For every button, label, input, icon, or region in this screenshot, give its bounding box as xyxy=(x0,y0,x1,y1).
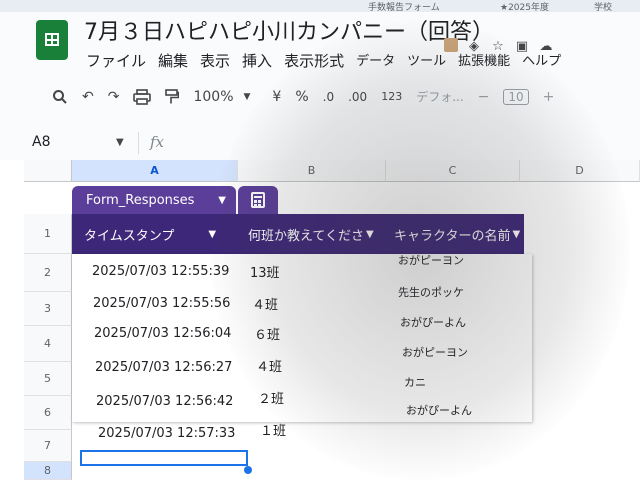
header-label: タイムスタンプ xyxy=(84,228,175,244)
zoom-value: 100% xyxy=(193,88,234,105)
table-row-5-group[interactable]: ２班 xyxy=(258,388,284,407)
table-row-3-character[interactable]: おがぴーよん xyxy=(400,314,466,330)
table-row-6-group[interactable]: １班 xyxy=(260,420,286,439)
table-row-2-character[interactable]: 先生のポッケ xyxy=(398,284,464,300)
search-menus-icon[interactable] xyxy=(52,89,68,105)
table-row-1-group[interactable]: 13班 xyxy=(250,262,280,281)
menu-extensions[interactable]: 拡張機能 xyxy=(458,50,510,71)
row-header-8[interactable]: 8 xyxy=(24,462,72,480)
select-all-corner[interactable] xyxy=(24,160,72,182)
table-name: Form_Responses xyxy=(86,192,195,208)
table-row-1-timestamp[interactable]: 2025/07/03 12:55:39 xyxy=(92,264,229,279)
column-header-c[interactable]: C xyxy=(386,160,520,182)
number-format-button[interactable]: 123 xyxy=(381,90,402,103)
chevron-down-icon: ▼ xyxy=(243,91,251,102)
row-header-5[interactable]: 5 xyxy=(24,362,72,396)
undo-icon[interactable]: ↶ xyxy=(82,89,94,105)
table-header-timestamp[interactable]: タイムスタンプ ▼ xyxy=(84,214,234,254)
percent-format-button[interactable]: % xyxy=(295,89,308,105)
table-row-4-group[interactable]: ４班 xyxy=(256,356,282,375)
menu-view[interactable]: 表示 xyxy=(200,50,230,71)
header-label: 何班か教えてくださ xyxy=(248,228,364,244)
font-select[interactable]: デフォ... xyxy=(416,88,463,105)
table-row-1-character[interactable]: おがピーヨン xyxy=(398,252,464,268)
row-header-2[interactable]: 2 xyxy=(24,254,72,292)
table-settings-button[interactable] xyxy=(238,186,278,214)
row-header-7[interactable]: 7 xyxy=(24,430,72,462)
paint-format-icon[interactable] xyxy=(165,88,180,105)
table-row-6-timestamp[interactable]: 2025/07/03 12:57:33 xyxy=(98,426,235,441)
browser-bookmarks-bar: 手数報告フォーム ★2025年度 学校 xyxy=(0,0,640,13)
row-header-4[interactable]: 4 xyxy=(24,326,72,362)
table-row-5-timestamp[interactable]: 2025/07/03 12:56:42 xyxy=(96,394,233,409)
table-row-5-character[interactable]: カニ xyxy=(404,374,426,390)
table-row-3-timestamp[interactable]: 2025/07/03 12:56:04 xyxy=(94,326,231,341)
column-header-b[interactable]: B xyxy=(238,160,386,182)
name-box[interactable]: A8 xyxy=(32,134,50,150)
row-header-6[interactable]: 6 xyxy=(24,396,72,430)
sheets-logo-icon[interactable] xyxy=(36,20,68,60)
menu-edit[interactable]: 編集 xyxy=(158,50,188,71)
bookmark-1[interactable]: 手数報告フォーム xyxy=(368,0,440,13)
menu-help[interactable]: ヘルプ xyxy=(522,50,561,71)
table-header-character[interactable]: キャラクターの名前 ▼ xyxy=(394,214,520,254)
print-icon[interactable] xyxy=(133,88,152,105)
menu-bar: ファイル 編集 表示 挿入 表示形式 データ ツール 拡張機能 ヘルプ xyxy=(86,50,561,71)
menu-insert[interactable]: 挿入 xyxy=(242,50,272,71)
row-header-1[interactable]: 1 xyxy=(24,214,72,254)
zoom-select[interactable]: 100% ▼ xyxy=(193,89,250,105)
column-header-d[interactable]: D xyxy=(520,160,640,182)
table-name-tab[interactable]: Form_Responses ▼ xyxy=(72,186,236,214)
bookmark-2[interactable]: ★2025年度 xyxy=(500,0,549,13)
increase-font-size-button[interactable]: + xyxy=(543,89,555,105)
table-row-2-group[interactable]: ４班 xyxy=(252,294,278,313)
table-row-4-timestamp[interactable]: 2025/07/03 12:56:27 xyxy=(95,360,232,375)
row-header-3[interactable]: 3 xyxy=(24,292,72,326)
currency-format-button[interactable]: ¥ xyxy=(272,89,281,105)
chevron-down-icon: ▼ xyxy=(218,194,226,206)
chevron-down-icon: ▼ xyxy=(512,228,520,240)
table-row-3-group[interactable]: ６班 xyxy=(254,324,280,343)
menu-file[interactable]: ファイル xyxy=(86,50,146,71)
chevron-down-icon: ▼ xyxy=(365,228,374,240)
calculator-icon xyxy=(251,192,265,208)
menu-format[interactable]: 表示形式 xyxy=(284,50,344,71)
toolbar: ↶ ↷ 100% ▼ ¥ % .0 .00 123 デフォ... − 10 + xyxy=(52,88,554,105)
chevron-down-icon: ▼ xyxy=(208,228,217,240)
font-size-input[interactable]: 10 xyxy=(503,88,529,105)
decrease-font-size-button[interactable]: − xyxy=(478,89,490,105)
chevron-down-icon[interactable]: ▼ xyxy=(116,137,124,148)
decrease-decimal-button[interactable]: .0 xyxy=(323,90,334,104)
table-row-4-character[interactable]: おがピーヨン xyxy=(402,344,468,360)
column-header-a[interactable]: A xyxy=(72,160,238,182)
increase-decimal-button[interactable]: .00 xyxy=(348,90,367,104)
menu-tools[interactable]: ツール xyxy=(407,50,446,71)
table-row-2-timestamp[interactable]: 2025/07/03 12:55:56 xyxy=(93,296,230,311)
fill-handle[interactable] xyxy=(244,466,252,474)
document-title[interactable]: 7月３日ハピハピ小川カンパニー（回答） xyxy=(84,14,494,46)
bookmark-3[interactable]: 学校 xyxy=(594,0,612,13)
formula-bar-divider xyxy=(138,132,139,154)
table-header-group[interactable]: 何班か教えてくださ ▼ xyxy=(248,214,384,254)
redo-icon[interactable]: ↷ xyxy=(108,89,120,105)
menu-data[interactable]: データ xyxy=(356,50,395,71)
active-cell-a8[interactable] xyxy=(80,450,248,466)
function-icon: fx xyxy=(150,133,165,151)
table-row-6-character[interactable]: おがぴーよん xyxy=(406,402,472,418)
header-label: キャラクターの名前 xyxy=(394,228,511,244)
